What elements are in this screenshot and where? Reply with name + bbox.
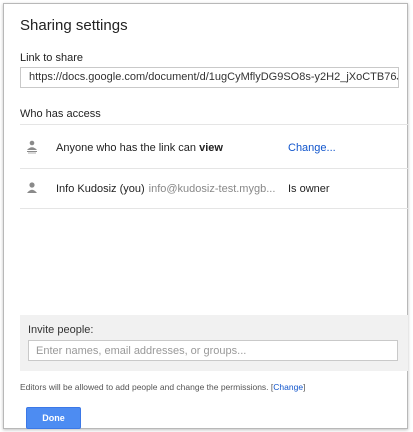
access-row-anyone-with-link: Anyone who has the link can view Change.… <box>20 129 408 167</box>
link-access-prefix: Anyone who has the link can <box>56 142 200 154</box>
person-icon <box>27 182 37 193</box>
editors-note-text: Editors will be allowed to add people an… <box>20 382 274 392</box>
owner-text: Info Kudosiz (you) info@kudosiz-test.mygb… <box>56 183 275 195</box>
access-divider-top <box>20 124 408 125</box>
invite-people-label: Invite people: <box>28 324 94 336</box>
link-access-level: view <box>199 142 223 154</box>
change-permissions-link[interactable]: Change <box>273 382 303 392</box>
invite-people-input[interactable] <box>28 340 398 361</box>
owner-role: Is owner <box>288 183 330 195</box>
change-access-link[interactable]: Change... <box>288 142 336 154</box>
sharing-settings-dialog: Sharing settings Link to share https://d… <box>3 3 408 429</box>
owner-name: Info Kudosiz (you) <box>56 183 145 195</box>
share-link-field[interactable]: https://docs.google.com/document/d/1ugCy… <box>20 67 399 88</box>
access-divider-middle <box>20 168 408 169</box>
editors-permission-note: Editors will be allowed to add people an… <box>20 382 305 392</box>
link-access-text: Anyone who has the link can view <box>56 142 223 154</box>
link-to-share-label: Link to share <box>20 52 83 64</box>
dialog-title: Sharing settings <box>20 17 128 34</box>
who-has-access-label: Who has access <box>20 108 101 120</box>
editors-note-end: ] <box>303 382 306 392</box>
people-icon <box>27 140 37 154</box>
access-row-owner: Info Kudosiz (you) info@kudosiz-test.mygb… <box>20 170 408 208</box>
owner-email: info@kudosiz-test.mygb... <box>148 183 276 195</box>
access-divider-bottom <box>20 208 408 209</box>
invite-panel: Invite people: <box>20 315 408 371</box>
done-button[interactable]: Done <box>26 407 81 429</box>
